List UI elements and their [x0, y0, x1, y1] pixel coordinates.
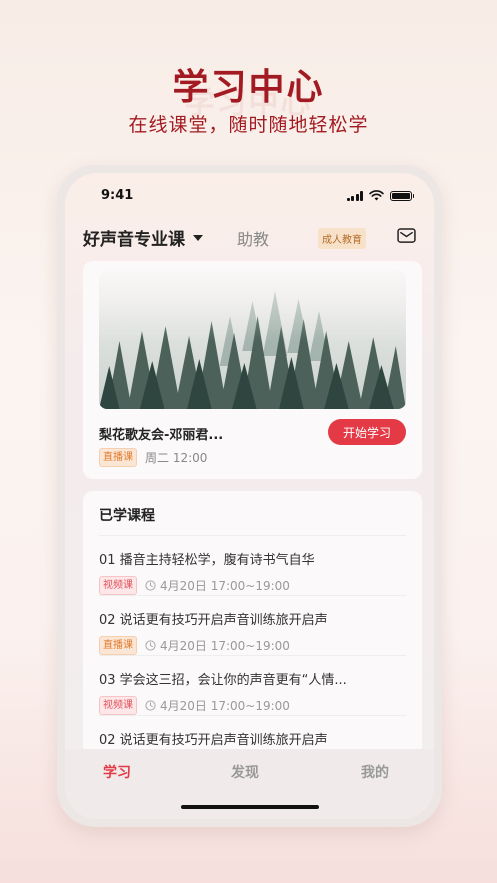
lesson-time: 4月20日 17:00~19:00 — [160, 639, 290, 653]
live-course-card[interactable]: 梨花歌友会-邓丽君... 直播课 周二 12:00 开始学习 — [83, 261, 422, 479]
learned-courses-card: 已学课程 01 播音主持轻松学，腹有诗书气自华 视频课 4月20日 17:00~… — [83, 491, 422, 791]
clock-icon — [145, 700, 156, 711]
learned-section-title: 已学课程 — [99, 508, 155, 524]
header: 好声音专业课 助教 成人教育 — [83, 225, 420, 250]
lesson-meta: 视频课 4月20日 17:00~19:00 — [99, 696, 406, 715]
phone-frame: 9:41 好声音专业课 助教 成人教育 梨花歌友会-邓丽君... 直播课 周二 … — [57, 165, 442, 827]
status-icons — [346, 190, 414, 201]
lesson-title: 01 播音主持轻松学，腹有诗书气自华 — [99, 553, 315, 568]
tab-discover[interactable]: 发现 — [231, 762, 259, 782]
clock-icon — [145, 580, 156, 591]
course-selector[interactable]: 好声音专业课 — [83, 225, 203, 250]
lesson-meta: 视频课 4月20日 17:00~19:00 — [99, 576, 406, 595]
lesson-item[interactable]: 02 说话更有技巧开启声音训练旅开启声 直播课 4月20日 17:00~19:0… — [99, 595, 406, 655]
promo-subtitle: 在线课堂，随时随地轻松学 — [128, 114, 369, 136]
live-course-title: 梨花歌友会-邓丽君... — [99, 428, 224, 443]
lesson-tag: 视频课 — [99, 696, 137, 715]
lesson-time: 4月20日 17:00~19:00 — [160, 699, 290, 713]
tab-assistant[interactable]: 助教 — [237, 226, 269, 250]
clock-icon — [145, 640, 156, 651]
wifi-icon — [369, 190, 384, 201]
course-name: 好声音专业课 — [83, 230, 185, 250]
tab-mine[interactable]: 我的 — [361, 762, 389, 782]
lesson-tag: 直播课 — [99, 636, 137, 655]
lesson-meta: 直播课 4月20日 17:00~19:00 — [99, 636, 406, 655]
lesson-title: 02 说话更有技巧开启声音训练旅开启声 — [99, 613, 328, 628]
lesson-schedule: 4月20日 17:00~19:00 — [145, 637, 290, 654]
lesson-list: 01 播音主持轻松学，腹有诗书气自华 视频课 4月20日 17:00~19:00… — [99, 535, 406, 775]
bottom-tab-bar: 学习 发现 我的 — [65, 749, 434, 819]
live-course-time: 周二 12:00 — [145, 451, 208, 465]
lesson-schedule: 4月20日 17:00~19:00 — [145, 697, 290, 714]
lesson-title: 02 说话更有技巧开启声音训练旅开启声 — [99, 733, 328, 748]
home-indicator — [180, 805, 319, 809]
lesson-time: 4月20日 17:00~19:00 — [160, 579, 290, 593]
signal-icon — [346, 190, 363, 201]
mail-icon[interactable] — [397, 228, 416, 243]
battery-icon — [390, 190, 414, 201]
tab-study[interactable]: 学习 — [103, 762, 131, 782]
lesson-tag: 视频课 — [99, 576, 137, 595]
status-bar: 9:41 — [65, 188, 434, 206]
app-screen: 9:41 好声音专业课 助教 成人教育 梨花歌友会-邓丽君... 直播课 周二 … — [65, 173, 434, 819]
live-tag: 直播课 — [99, 448, 137, 467]
status-time: 9:41 — [101, 188, 134, 203]
lesson-item[interactable]: 01 播音主持轻松学，腹有诗书气自华 视频课 4月20日 17:00~19:00 — [99, 535, 406, 595]
live-course-meta: 直播课 周二 12:00 — [99, 448, 207, 467]
start-learning-button[interactable]: 开始学习 — [328, 419, 406, 445]
course-cover-image[interactable] — [99, 271, 406, 409]
lesson-title: 03 学会这三招，会让你的声音更有“人情... — [99, 673, 347, 688]
lesson-schedule: 4月20日 17:00~19:00 — [145, 577, 290, 594]
category-badge[interactable]: 成人教育 — [318, 228, 366, 249]
lesson-item[interactable]: 03 学会这三招，会让你的声音更有“人情... 视频课 4月20日 17:00~… — [99, 655, 406, 715]
promo-title: 学习中心 — [172, 67, 325, 108]
chevron-down-icon — [193, 234, 203, 241]
